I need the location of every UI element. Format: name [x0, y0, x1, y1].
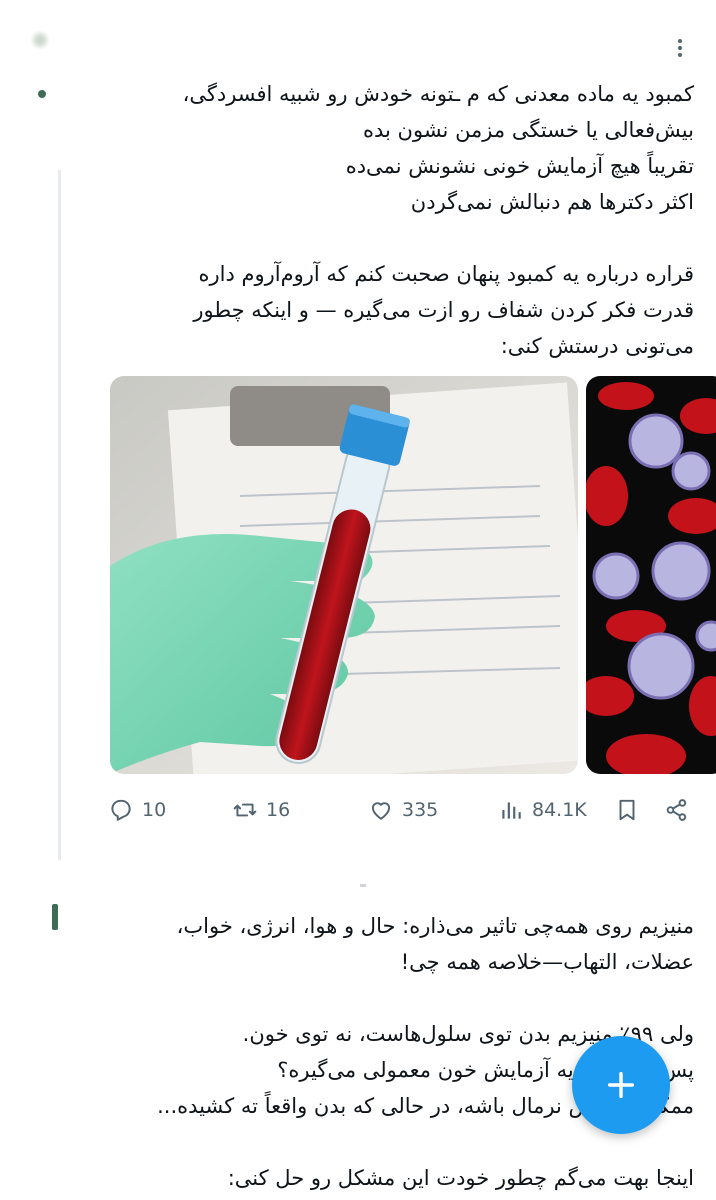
- reply-icon: [111, 799, 131, 821]
- reply-button[interactable]: 10: [108, 797, 166, 823]
- more-vertical-icon: [678, 39, 682, 57]
- heart-icon: [371, 802, 391, 820]
- like-count: 335: [402, 799, 439, 821]
- views-count: 84.1K: [532, 799, 587, 821]
- blood-cells-photo[interactable]: [586, 376, 716, 774]
- repost-count: 16: [266, 799, 291, 821]
- avatar-fragment: [38, 90, 46, 98]
- more-options-button[interactable]: [668, 36, 692, 60]
- divider: [360, 884, 366, 887]
- blood-test-tube-illustration: [110, 376, 578, 774]
- reply-count: 10: [142, 799, 167, 821]
- share-button[interactable]: [664, 797, 690, 823]
- plus-icon: [607, 1071, 635, 1099]
- avatar[interactable]: [30, 30, 50, 50]
- bookmark-button[interactable]: [614, 797, 640, 823]
- tweet-text: کمبود یه ماده معدنی که م ـتونه خودش رو ش…: [182, 82, 694, 358]
- like-button[interactable]: 335: [368, 797, 438, 823]
- repost-button[interactable]: 16: [232, 797, 290, 823]
- share-icon: [666, 799, 687, 821]
- compose-button[interactable]: [572, 1036, 670, 1134]
- blood-cells-illustration: [586, 376, 716, 774]
- bookmark-icon: [619, 799, 635, 821]
- tweet-media[interactable]: [110, 376, 716, 774]
- views-button[interactable]: 84.1K: [498, 797, 587, 823]
- blood-test-tube-photo[interactable]: [110, 376, 578, 774]
- repost-icon: [233, 803, 257, 817]
- analytics-icon: [502, 802, 521, 819]
- tweet-action-bar: 10 16 335 84.1K: [108, 790, 698, 830]
